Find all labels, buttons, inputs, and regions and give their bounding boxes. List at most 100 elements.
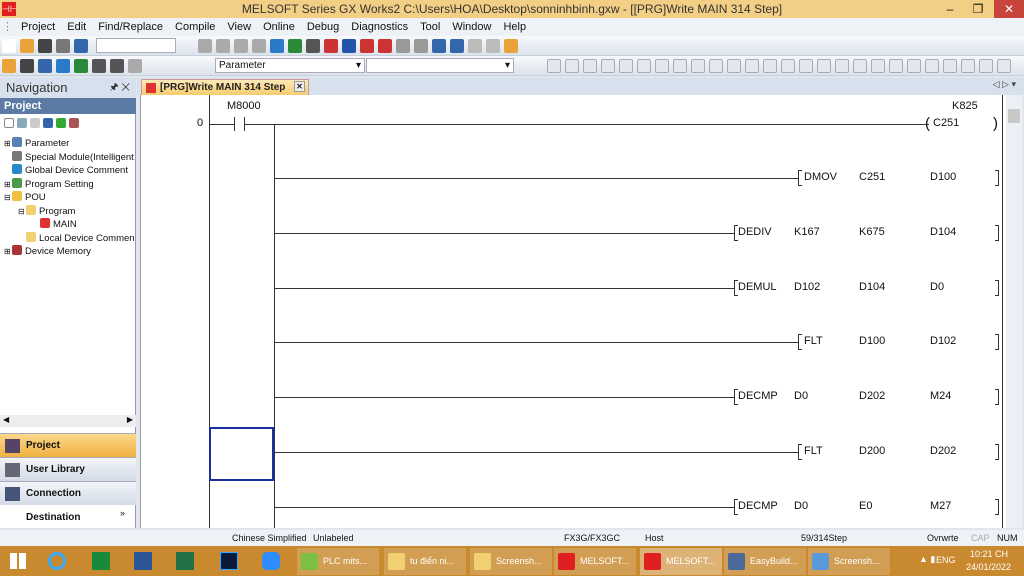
toolbar-button-icon[interactable] [486,39,500,53]
expand-icon[interactable]: ⊟ [4,191,12,204]
new-icon[interactable] [4,118,14,128]
tree-item-parameter[interactable]: ⊞ Parameter [4,137,69,150]
close-tab-icon[interactable]: ✕ [294,81,305,92]
function-key-icon[interactable] [907,59,921,73]
menu-project[interactable]: Project [15,18,61,36]
menu-tool[interactable]: Tool [414,18,446,36]
pin-close-icons[interactable]: 🖈 ✕ [109,78,130,98]
toolbar-button-icon[interactable] [92,59,106,73]
copy-icon[interactable] [17,118,27,128]
refresh-icon[interactable] [56,118,66,128]
toolbar-button-icon[interactable] [2,39,16,53]
language-indicator[interactable]: ENG [936,555,956,565]
function-key-icon[interactable] [781,59,795,73]
toolbar-button-icon[interactable] [288,39,302,53]
function-key-icon[interactable] [835,59,849,73]
edit-cursor[interactable] [209,427,274,481]
function-key-icon[interactable] [925,59,939,73]
clock-time[interactable]: 10:21 CH [970,549,1008,559]
menu-compile[interactable]: Compile [169,18,221,36]
function-key-icon[interactable] [709,59,723,73]
function-key-icon[interactable] [583,59,597,73]
toolbar-button-icon[interactable] [216,39,230,53]
scroll-thumb[interactable] [1008,109,1020,123]
minimize-button[interactable]: – [936,0,964,18]
nav-button-connection-destination[interactable]: Connection Destination [0,481,136,523]
function-key-icon[interactable] [997,59,1011,73]
toolbar-button-icon[interactable] [432,39,446,53]
menu-debug[interactable]: Debug [301,18,345,36]
function-key-icon[interactable] [673,59,687,73]
zoom-icon[interactable] [262,552,280,570]
toolbar-button-icon[interactable] [128,59,142,73]
toolbar-button-icon[interactable] [56,39,70,53]
function-key-icon[interactable] [817,59,831,73]
function-key-icon[interactable] [961,59,975,73]
function-key-icon[interactable] [799,59,813,73]
restore-button[interactable]: ❐ [964,0,992,18]
toolbar-button-icon[interactable] [342,39,356,53]
expand-icon[interactable]: ⊞ [4,178,12,191]
function-key-icon[interactable] [601,59,615,73]
toolbar-button-icon[interactable] [468,39,482,53]
taskbar-item[interactable]: tu điển ni... [384,548,466,575]
function-key-icon[interactable] [691,59,705,73]
tree-item-main[interactable]: MAIN [32,218,77,231]
toolbar-button-icon[interactable] [2,59,16,73]
toolbar-button-icon[interactable] [20,39,34,53]
tree-item-program[interactable]: ⊟ Program [18,204,75,218]
function-key-icon[interactable] [889,59,903,73]
expand-icon[interactable]: ⊟ [18,205,26,218]
function-key-icon[interactable] [655,59,669,73]
nav-hscrollbar[interactable]: ◀ ▶ [0,415,136,427]
toolbar-button-icon[interactable] [396,39,410,53]
expand-icon[interactable]: ⊞ [4,245,12,258]
taskbar-item[interactable]: Screensh... [808,548,890,575]
menu-window[interactable]: Window [446,18,497,36]
tree-item-device-memory[interactable]: ⊞ Device Memory [4,245,91,258]
taskbar-item[interactable]: MELSOFT... [554,548,636,575]
tab-scroll-icons[interactable]: ◁ ▷ ▾ [993,79,1016,90]
photoshop-icon[interactable] [220,552,238,570]
function-key-icon[interactable] [547,59,561,73]
tree-item-pou[interactable]: ⊟ POU [4,191,46,204]
toolbar-button-icon[interactable] [450,39,464,53]
taskbar-item[interactable]: PLC mits... [297,548,379,575]
toolbar-button-icon[interactable] [378,39,392,53]
ladder-editor[interactable]: 0 M8000 K825(C251) DMOV C251 D100 DEDIV K167 K67… [140,95,1006,528]
toolbar-button-icon[interactable] [414,39,428,53]
toolbar-button-icon[interactable] [38,39,52,53]
tray-icons[interactable]: ▲ ▮ [919,554,935,565]
nav-overflow-icon[interactable]: » [120,508,125,518]
tree-item-special-module-intelligent[interactable]: Special Module(Intelligent [4,150,134,164]
toolbar-button-icon[interactable] [270,39,284,53]
function-key-icon[interactable] [637,59,651,73]
tree-item-global-device-comment[interactable]: Global Device Comment [4,164,128,177]
function-key-icon[interactable] [853,59,867,73]
taskbar-item[interactable]: EasyBuild... [724,548,806,575]
clock-date[interactable]: 24/01/2022 [966,562,1011,572]
menu-help[interactable]: Help [497,18,532,36]
function-key-icon[interactable] [565,59,579,73]
word-icon[interactable] [134,552,152,570]
module-icon[interactable] [69,118,79,128]
start-icon[interactable] [10,553,26,569]
toolbar-button-icon[interactable] [234,39,248,53]
tree-item-program-setting[interactable]: ⊞ Program Setting [4,177,94,191]
toolbar-combo[interactable] [96,38,176,53]
taskbar-item[interactable]: Screensh... [470,548,552,575]
store-icon[interactable] [92,552,110,570]
function-key-icon[interactable] [979,59,993,73]
close-button[interactable]: ✕ [994,0,1024,18]
device-combo[interactable]: ▾ [366,58,514,73]
excel-icon[interactable] [176,552,194,570]
toolbar-button-icon[interactable] [306,39,320,53]
menu-view[interactable]: View [221,18,257,36]
toolbar-button-icon[interactable] [110,59,124,73]
function-key-icon[interactable] [871,59,885,73]
menu-edit[interactable]: Edit [61,18,92,36]
tree-item-local-device-commen[interactable]: Local Device Commen [18,231,135,245]
function-key-icon[interactable] [745,59,759,73]
paste-icon[interactable] [30,118,40,128]
toolbar-button-icon[interactable] [56,59,70,73]
